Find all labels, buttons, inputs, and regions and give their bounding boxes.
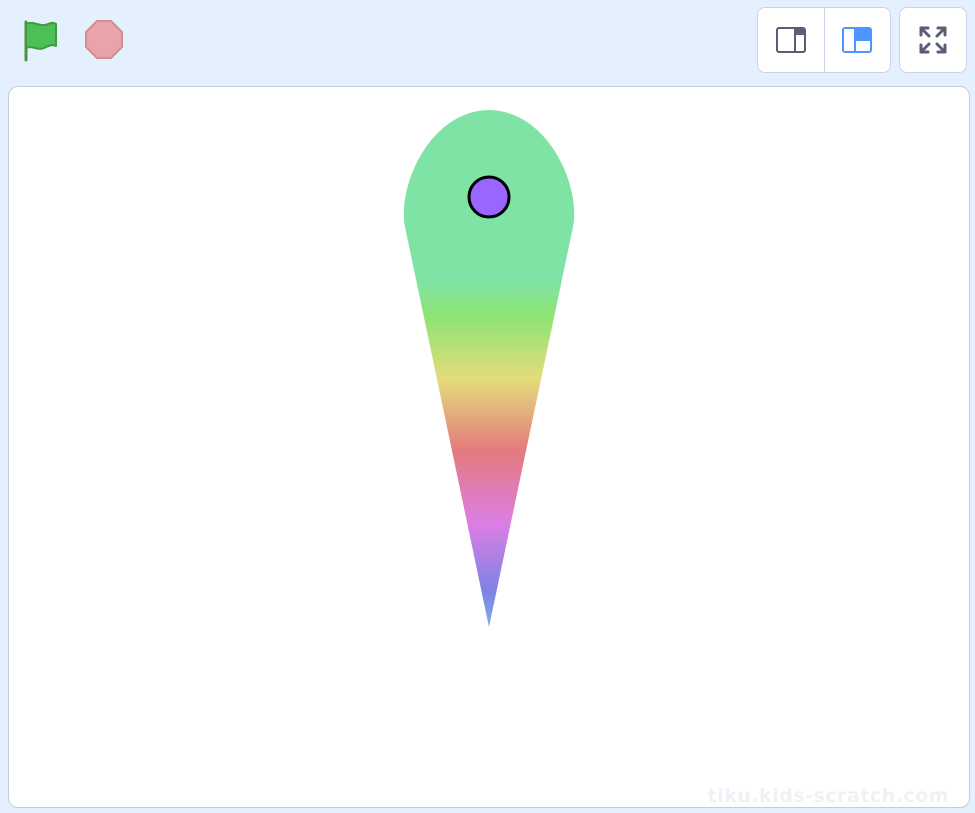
small-stage-button[interactable] bbox=[758, 8, 824, 72]
large-stage-icon bbox=[842, 27, 873, 53]
stage-header bbox=[0, 0, 975, 84]
stop-sign-icon bbox=[85, 20, 123, 59]
fullscreen-button[interactable] bbox=[899, 7, 967, 73]
large-stage-button[interactable] bbox=[823, 8, 891, 72]
stage-size-toggle bbox=[757, 7, 891, 73]
green-flag-icon bbox=[24, 20, 57, 62]
fullscreen-icon bbox=[919, 26, 947, 54]
purple-ball-sprite[interactable] bbox=[467, 175, 511, 219]
small-stage-icon bbox=[775, 27, 806, 53]
stage-canvas[interactable]: tiku.kids-scratch.com bbox=[8, 86, 970, 808]
stop-button[interactable] bbox=[78, 14, 130, 66]
rainbow-drawing bbox=[403, 110, 575, 627]
green-flag-button[interactable] bbox=[14, 14, 66, 66]
watermark-text: tiku.kids-scratch.com bbox=[707, 785, 949, 807]
